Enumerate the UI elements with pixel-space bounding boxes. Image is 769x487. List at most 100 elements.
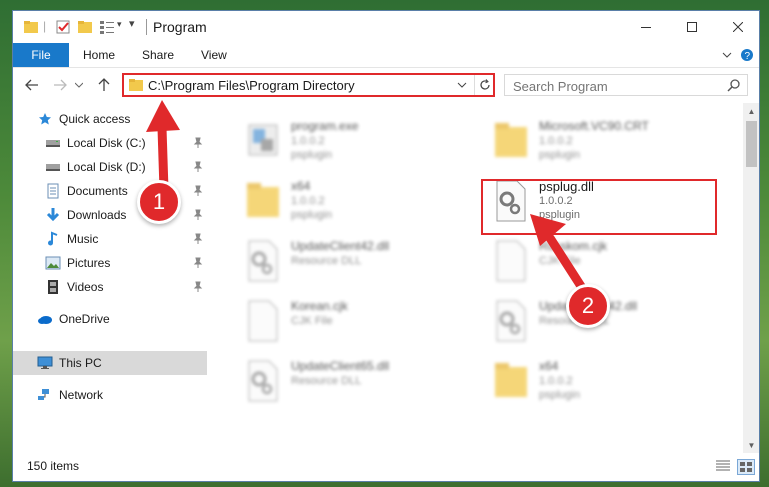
back-button[interactable] — [23, 76, 41, 94]
file-name: Korean.cjk — [291, 299, 348, 313]
file-name: UpdateClient42.dll — [291, 239, 390, 253]
properties-icon[interactable] — [55, 19, 71, 35]
step-1-badge: 1 — [137, 180, 181, 224]
downloads-icon — [45, 207, 61, 223]
file-company: psplugin — [539, 389, 580, 401]
maximize-button[interactable] — [669, 11, 715, 43]
search-icon[interactable] — [727, 78, 741, 92]
recent-locations-button[interactable] — [73, 76, 85, 94]
folder-icon — [495, 363, 527, 397]
exe-icon — [248, 124, 278, 156]
refresh-button[interactable] — [474, 75, 495, 95]
nav-item-label: Music — [67, 232, 99, 246]
drive-icon — [45, 159, 61, 175]
file-item-korean-cjk[interactable]: Korean.cjk CJK File — [243, 295, 483, 349]
minimize-icon — [641, 27, 651, 28]
file-name: program.exe — [291, 119, 359, 133]
details-view-icon[interactable] — [715, 459, 731, 473]
nav-this-pc[interactable]: This PC — [13, 351, 207, 375]
pin-icon[interactable] — [193, 281, 203, 293]
nav-onedrive[interactable]: OneDrive — [37, 308, 207, 330]
file-icon — [496, 240, 526, 282]
maximize-icon — [687, 22, 697, 32]
help-button[interactable]: ? — [739, 47, 755, 63]
large-icons-view-icon[interactable] — [737, 459, 755, 475]
tab-view[interactable]: View — [201, 48, 227, 62]
pictures-icon — [45, 255, 61, 271]
nav-onedrive-label: OneDrive — [59, 312, 110, 326]
new-folder-icon[interactable] — [77, 19, 93, 35]
nav-item-label: Documents — [67, 184, 128, 198]
file-version: 1.0.0.2 — [539, 135, 573, 147]
network-icon — [37, 387, 53, 403]
qa-dropdown-icon[interactable]: ▾ — [117, 19, 122, 30]
file-name: UpdateClient65.dll — [291, 359, 390, 373]
explorer-window: | ▾ ▾ Program File Home Share View ? C:\… — [12, 10, 760, 482]
view-options-icon[interactable] — [99, 19, 115, 35]
scroll-up-icon[interactable]: ▲ — [743, 103, 759, 119]
tab-file[interactable]: File — [13, 43, 69, 67]
dll-gear-icon — [248, 360, 278, 402]
tab-share[interactable]: Share — [142, 48, 174, 62]
status-bar: 150 items — [13, 453, 759, 481]
file-item-cjk-right[interactable]: Russkom.cjk CJK File — [491, 235, 731, 289]
forward-arrow-icon — [54, 79, 67, 91]
nav-this-pc-label: This PC — [59, 356, 102, 370]
chevron-down-icon — [457, 82, 467, 88]
minimize-button[interactable] — [623, 11, 669, 43]
scroll-down-icon[interactable]: ▼ — [743, 437, 759, 453]
title-separator — [146, 19, 147, 35]
file-name: Microsoft.VC90.CRT — [539, 119, 649, 133]
help-icon: ? — [741, 49, 753, 62]
refresh-icon — [480, 79, 490, 90]
file-type: CJK File — [291, 315, 333, 327]
file-item-updateclient65[interactable]: UpdateClient65.dll Resource DLL — [243, 355, 483, 409]
file-item-updateclient42-right[interactable]: UpdateClient42.dll Resource DLL — [491, 295, 731, 349]
file-item-vc90-crt[interactable]: Microsoft.VC90.CRT 1.0.0.2 psplugin — [491, 115, 731, 169]
nav-network-label: Network — [59, 388, 104, 402]
tab-home[interactable]: Home — [83, 48, 115, 62]
search-input[interactable] — [505, 75, 725, 97]
file-version: 1.0.0.2 — [539, 375, 573, 387]
pin-icon[interactable] — [193, 257, 203, 269]
close-icon — [733, 22, 743, 32]
pin-icon[interactable] — [193, 233, 203, 245]
nav-item-pictures[interactable]: Pictures — [45, 252, 207, 274]
nav-item-music[interactable]: Music — [45, 228, 207, 250]
file-company: psplugin — [539, 149, 580, 161]
nav-quick-access-label: Quick access — [59, 112, 131, 126]
cloud-icon — [37, 311, 53, 327]
nav-item-label: Local Disk (D:) — [67, 160, 146, 174]
svg-text:?: ? — [745, 51, 751, 62]
up-button[interactable] — [95, 76, 113, 94]
folder-icon — [24, 21, 38, 33]
annotation-arrow-1 — [146, 100, 180, 194]
nav-network[interactable]: Network — [37, 384, 207, 406]
dll-gear-icon — [496, 300, 526, 342]
pin-icon[interactable] — [193, 209, 203, 221]
address-row: C:\Program Files\Program Directory — [13, 68, 759, 102]
nav-item-downloads[interactable]: Downloads — [45, 204, 207, 226]
window-title: Program — [153, 19, 207, 35]
file-type: Resource DLL — [291, 255, 362, 267]
file-item-updateclient42-left[interactable]: UpdateClient42.dll Resource DLL — [243, 235, 483, 289]
file-item-x64-right[interactable]: x64 1.0.0.2 psplugin — [491, 355, 731, 409]
expand-ribbon-button[interactable] — [719, 47, 735, 63]
vertical-scrollbar[interactable]: ▲ ▼ — [743, 103, 759, 453]
nav-item-label: Local Disk (C:) — [67, 136, 146, 150]
address-dropdown-button[interactable] — [454, 77, 470, 93]
file-item-x64[interactable]: x64 1.0.0.2 psplugin — [243, 175, 483, 229]
scroll-thumb[interactable] — [746, 121, 757, 167]
nav-item-videos[interactable]: Videos — [45, 276, 207, 298]
file-name: x64 — [291, 179, 311, 193]
file-item-program-exe[interactable]: program.exe 1.0.0.2 psplugin — [243, 115, 483, 169]
documents-icon — [45, 183, 61, 199]
forward-button[interactable] — [51, 76, 69, 94]
close-button[interactable] — [715, 11, 759, 43]
customize-qa-icon[interactable]: ▾ — [129, 17, 135, 30]
address-path[interactable]: C:\Program Files\Program Directory — [148, 78, 355, 93]
up-arrow-icon — [98, 78, 110, 91]
qa-separator: | — [43, 19, 47, 33]
search-box[interactable] — [504, 74, 748, 97]
file-name: x64 — [539, 359, 559, 373]
